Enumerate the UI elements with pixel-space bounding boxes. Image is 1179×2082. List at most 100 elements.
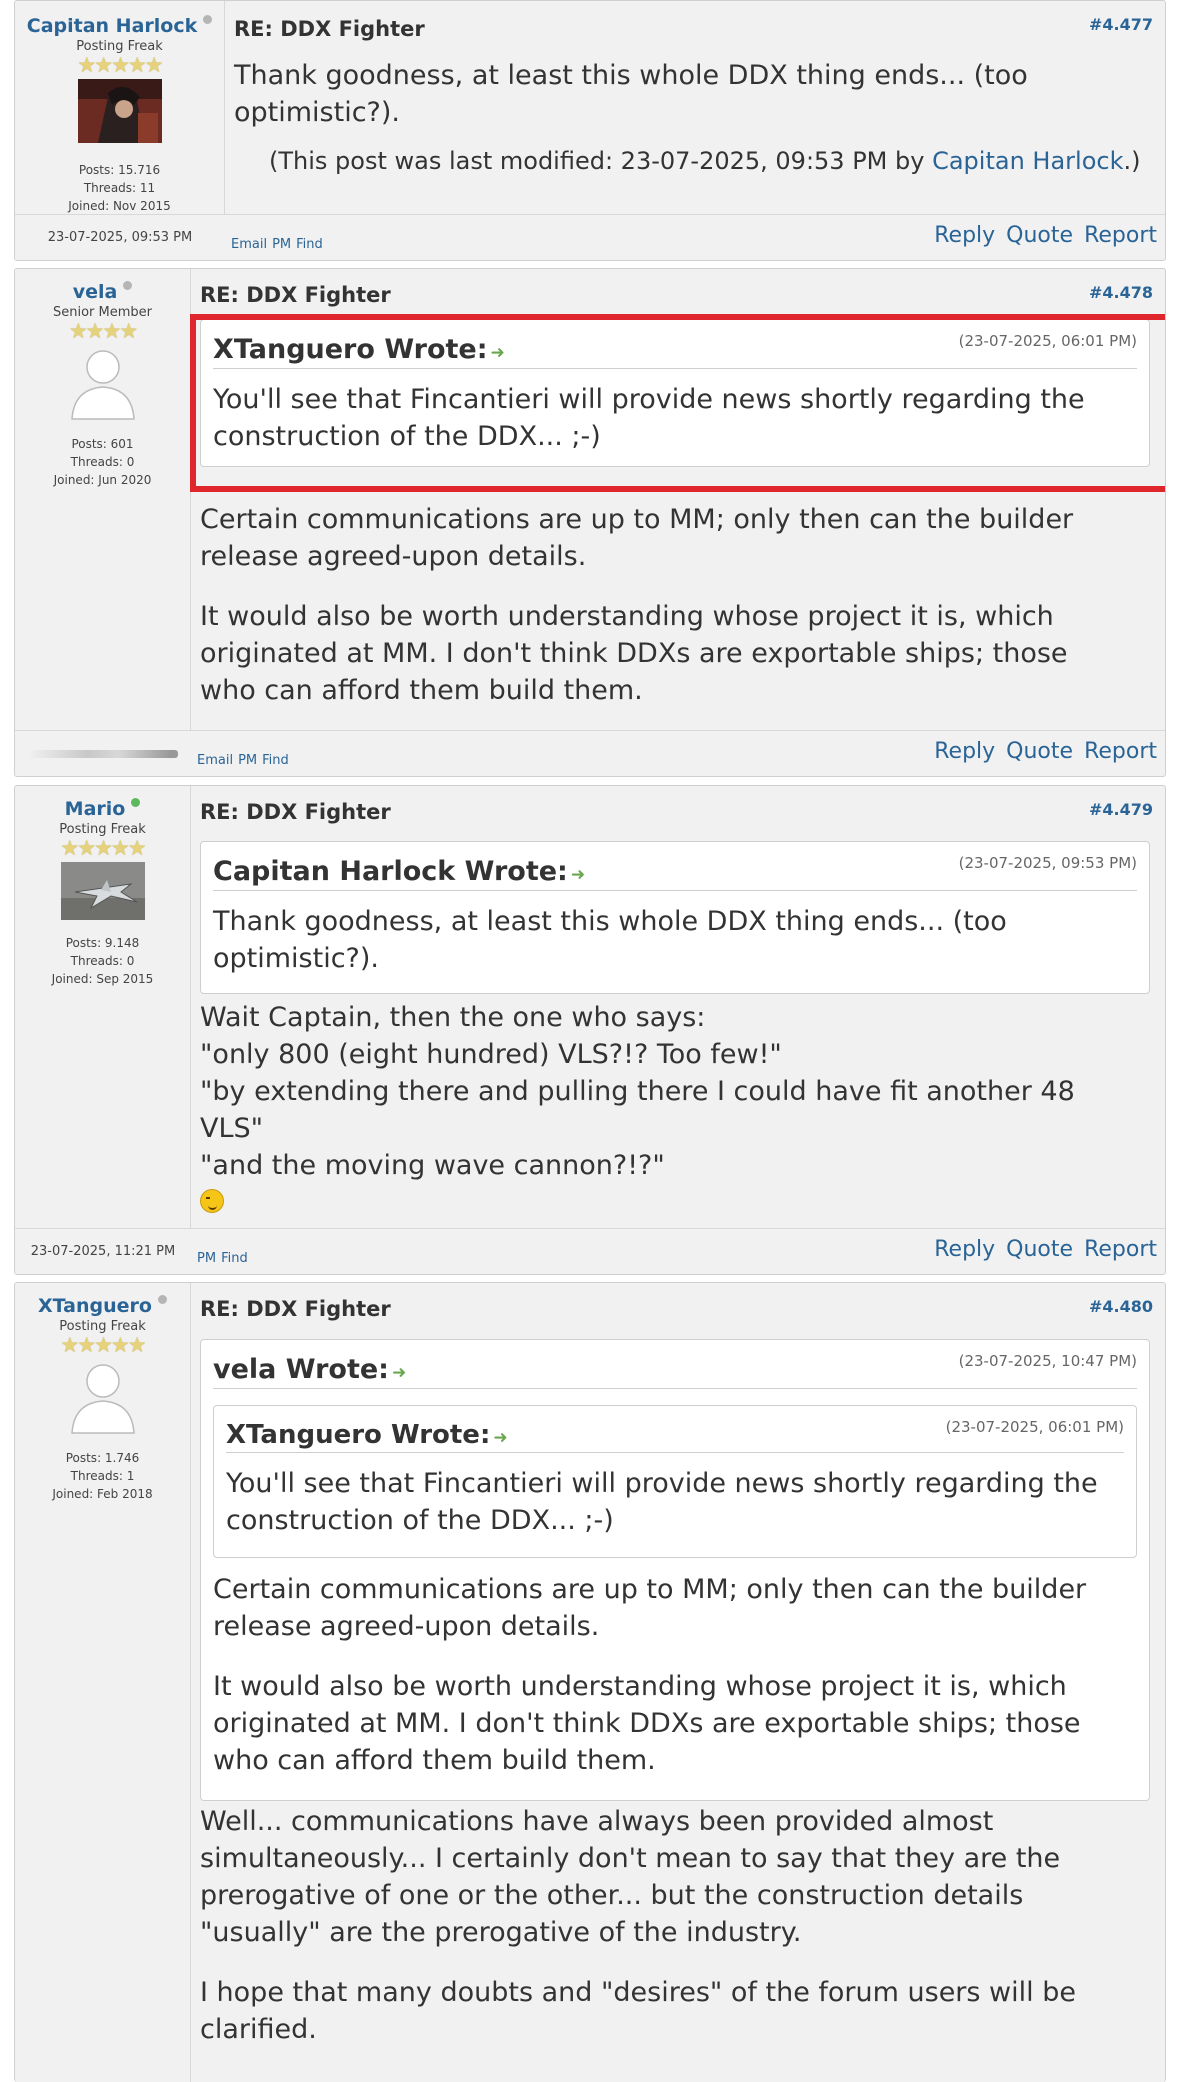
quote-line: construction of the DDX... ;-): [226, 1505, 614, 1536]
post-subject: RE: DDX Fighter: [200, 1297, 391, 1321]
thread-count: Threads: 0: [70, 954, 135, 968]
post-date: 23-07-2025, 09:53 PM: [15, 214, 225, 260]
post-footer: Email PM Find Reply Quote Report: [191, 730, 1165, 776]
post-subject: RE: DDX Fighter: [200, 283, 391, 307]
body-line: "usually" are the prerogative of the ind…: [200, 1917, 802, 1948]
edit-note: (This post was last modified: 23-07-2025…: [269, 147, 1140, 175]
edit-note-prefix: (This post was last modified: 23-07-2025…: [269, 147, 933, 175]
jump-to-post-icon[interactable]: ➜: [392, 1363, 406, 1383]
nested-quote-block: XTanguero Wrote: ➜ (23-07-2025, 06:01 PM)…: [213, 1405, 1137, 1558]
highlight-box: [190, 314, 1165, 492]
quote-block: vela Wrote: ➜ (23-07-2025, 10:47 PM) XTan…: [200, 1339, 1150, 1801]
find-link[interactable]: Find: [262, 753, 289, 768]
quote-line: originated at MM. I don't think DDXs are…: [213, 1708, 1081, 1739]
quote-line: It would also be worth understanding who…: [213, 1671, 1067, 1702]
quote-button[interactable]: Quote: [1006, 739, 1073, 764]
post-4478: vela Senior Member ★★★★ Posts: 601 Threa…: [14, 268, 1166, 777]
pm-link[interactable]: PM: [272, 237, 291, 252]
rank-stars-icon: ★★★★★: [77, 53, 163, 77]
quote-line: You'll see that Fincantieri will provide…: [226, 1468, 1098, 1499]
quote-author-text: vela Wrote:: [213, 1354, 389, 1385]
jump-to-post-icon[interactable]: ➜: [493, 1428, 507, 1448]
email-link[interactable]: Email: [231, 237, 267, 252]
body-line: It would also be worth understanding who…: [200, 601, 1054, 632]
body-line: Certain communications are up to MM; onl…: [200, 504, 1074, 535]
body-line: I hope that many doubts and "desires" of…: [200, 1977, 1076, 2008]
quote-author-text: XTanguero Wrote:: [226, 1420, 491, 1450]
author-panel: XTanguero Posting Freak ★★★★★ Posts: 1.7…: [15, 1283, 191, 2082]
post-number-link[interactable]: #4.479: [1089, 800, 1153, 819]
author-name[interactable]: XTanguero: [38, 1295, 152, 1317]
quote-author-text: Capitan Harlock Wrote:: [213, 856, 568, 887]
author-name[interactable]: Capitan Harlock: [27, 15, 197, 37]
join-date: Joined: Jun 2020: [53, 473, 152, 487]
quote-button[interactable]: Quote: [1006, 223, 1073, 248]
post-date-blurred: [15, 730, 191, 776]
avatar[interactable]: [60, 862, 145, 920]
thread-count: Threads: 1: [70, 1469, 135, 1483]
jump-to-post-icon[interactable]: ➜: [571, 865, 585, 885]
online-status-icon: [131, 798, 141, 807]
edit-note-user-link[interactable]: Capitan Harlock: [932, 147, 1123, 175]
post-date: 23-07-2025, 11:21 PM: [15, 1228, 191, 1274]
quote-button[interactable]: Quote: [1006, 1237, 1073, 1262]
default-avatar-icon[interactable]: [68, 1359, 138, 1435]
join-date: Joined: Nov 2015: [68, 199, 171, 213]
edit-note-suffix: .): [1123, 147, 1141, 175]
tongue-wink-emoji-icon: [200, 1189, 224, 1213]
post-number-link[interactable]: #4.480: [1089, 1297, 1153, 1316]
author-rank: Senior Member: [52, 305, 152, 320]
reply-button[interactable]: Reply: [934, 1237, 995, 1262]
quote-line: who can afford them build them.: [213, 1745, 656, 1776]
quote-author: vela Wrote: ➜: [213, 1354, 406, 1385]
find-link[interactable]: Find: [296, 237, 323, 252]
thread-count: Threads: 11: [83, 181, 156, 195]
quote-date: (23-07-2025, 06:01 PM): [945, 1418, 1124, 1436]
author-name[interactable]: Mario: [65, 798, 126, 820]
post-footer: Email PM Find Reply Quote Report: [225, 214, 1165, 260]
report-button[interactable]: Report: [1084, 223, 1157, 248]
post-4480: XTanguero Posting Freak ★★★★★ Posts: 1.7…: [14, 1282, 1166, 2082]
quote-line: Thank goodness, at least this whole DDX …: [213, 906, 1007, 937]
thread-count: Threads: 0: [70, 455, 135, 469]
quote-block: Capitan Harlock Wrote: ➜ (23-07-2025, 09:…: [200, 841, 1150, 994]
report-button[interactable]: Report: [1084, 1237, 1157, 1262]
body-line: Thank goodness, at least this whole DDX …: [234, 60, 1028, 91]
author-rank: Posting Freak: [59, 1319, 146, 1334]
post-body: Certain communications are up to MM; onl…: [200, 501, 1073, 732]
default-avatar-icon[interactable]: [68, 345, 138, 421]
post-number-link[interactable]: #4.477: [1089, 15, 1153, 34]
post-count: Posts: 1.746: [65, 1451, 140, 1465]
rank-stars-icon: ★★★★: [68, 319, 138, 343]
author-panel: Mario Posting Freak ★★★★★ Posts: 9.148 T…: [15, 786, 191, 1274]
pm-link[interactable]: PM: [197, 1251, 216, 1266]
body-line: simultaneously... I certainly don't mean…: [200, 1843, 1061, 1874]
body-line: originated at MM. I don't think DDXs are…: [200, 638, 1068, 669]
pm-link[interactable]: PM: [238, 753, 257, 768]
post-body: Well... communications have always been …: [200, 1803, 1076, 2071]
quote-date: (23-07-2025, 10:47 PM): [958, 1352, 1137, 1370]
join-date: Joined: Sep 2015: [51, 972, 154, 986]
find-link[interactable]: Find: [221, 1251, 248, 1266]
join-date: Joined: Feb 2018: [52, 1487, 153, 1501]
reply-button[interactable]: Reply: [934, 223, 995, 248]
quote-date: (23-07-2025, 09:53 PM): [958, 854, 1137, 872]
quote-author: Capitan Harlock Wrote: ➜: [213, 856, 585, 887]
body-line: who can afford them build them.: [200, 675, 643, 706]
email-link[interactable]: Email: [197, 753, 233, 768]
reply-button[interactable]: Reply: [934, 739, 995, 764]
post-subject: RE: DDX Fighter: [200, 800, 391, 824]
author-name[interactable]: vela: [73, 281, 118, 303]
post-number-link[interactable]: #4.478: [1089, 283, 1153, 302]
body-line: prerogative of one or the other... but t…: [200, 1880, 1024, 1911]
avatar[interactable]: [77, 79, 162, 143]
quote-body: Certain communications are up to MM; onl…: [213, 1571, 1086, 1802]
report-button[interactable]: Report: [1084, 739, 1157, 764]
body-line: clarified.: [200, 2014, 317, 2045]
quote-line: release agreed-upon details.: [213, 1611, 600, 1642]
body-line: release agreed-upon details.: [200, 541, 587, 572]
post-4477: Capitan Harlock Posting Freak ★★★★★ Post…: [14, 0, 1166, 261]
rank-stars-icon: ★★★★★: [60, 836, 146, 860]
author-rank: Posting Freak: [59, 822, 146, 837]
author-panel: vela Senior Member ★★★★ Posts: 601 Threa…: [15, 269, 191, 776]
